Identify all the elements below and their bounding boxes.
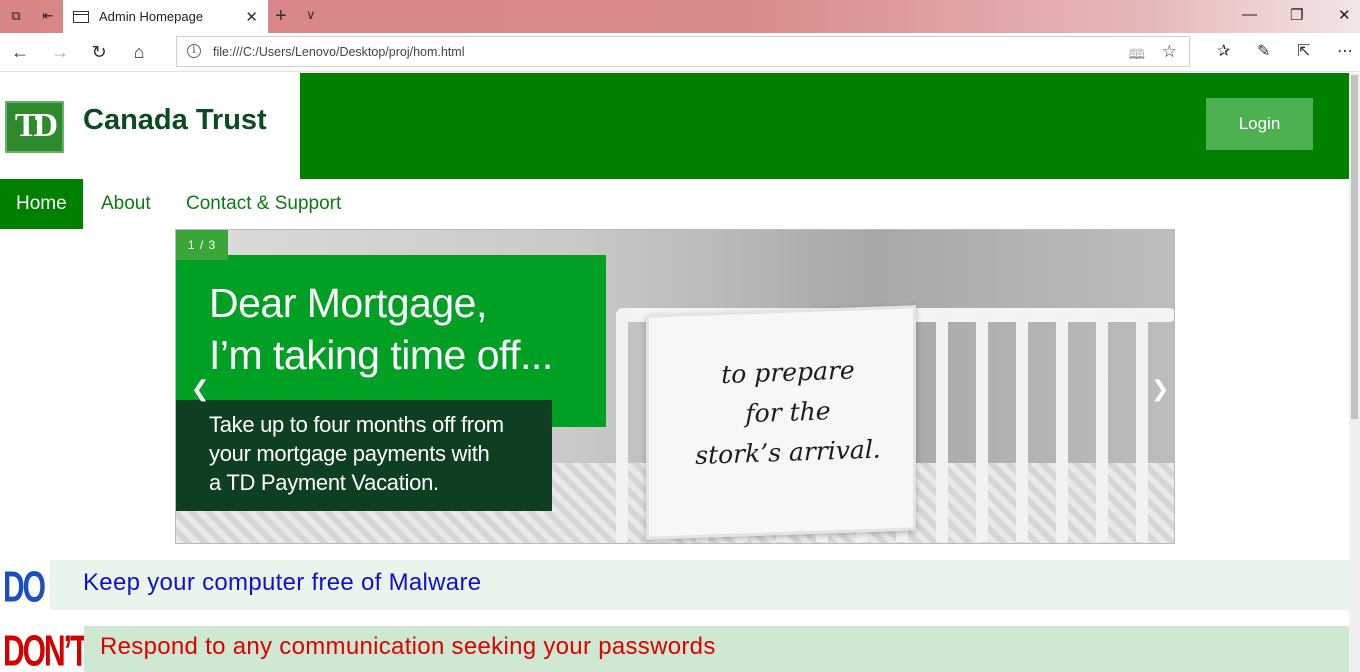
logo-area: TD Canada Trust xyxy=(0,73,300,179)
tip-dont: DON’T Respond to any communication seeki… xyxy=(0,626,1349,672)
close-window-icon[interactable]: ✕ xyxy=(1338,6,1351,24)
site-header: TD Canada Trust Login xyxy=(0,73,1349,179)
favorites-hub-icon[interactable]: ✰ xyxy=(1217,41,1230,61)
menu-item-home[interactable]: Home xyxy=(0,179,83,229)
dont-badge: DON’T xyxy=(3,628,88,672)
carousel-prev-icon[interactable]: ❮ xyxy=(191,376,209,402)
share-icon[interactable]: ⇱ xyxy=(1297,41,1310,61)
blanket-line-3: stork’s arrival. xyxy=(695,434,881,470)
slide-body-line-3: a TD Payment Vacation. xyxy=(209,470,439,495)
td-logo[interactable]: TD xyxy=(5,101,64,153)
forward-icon[interactable]: → xyxy=(49,41,71,63)
slide-headline-line-1: Dear Mortgage, xyxy=(209,280,487,326)
set-tabs-aside-icon[interactable]: ⇤ xyxy=(40,8,56,24)
slide-image-blanket: to prepare for the stork’s arrival. xyxy=(646,305,916,540)
login-button[interactable]: Login xyxy=(1206,98,1313,150)
main-menu: Home About Contact & Support xyxy=(0,179,1349,229)
tip-do: DO Keep your computer free of Malware xyxy=(0,560,1349,612)
page-scrollbar[interactable] xyxy=(1349,73,1360,672)
address-bar[interactable]: i file:///C:/Users/Lenovo/Desktop/proj/h… xyxy=(176,36,1190,67)
menu-item-about[interactable]: About xyxy=(85,179,167,229)
page-content: TD Canada Trust Login Home About Contact… xyxy=(0,73,1349,672)
tab-manager-icon[interactable]: ⧉ xyxy=(8,8,24,24)
back-icon[interactable]: ← xyxy=(9,41,31,63)
menu-item-contact-support[interactable]: Contact & Support xyxy=(170,179,357,229)
browser-tab-bar: ⧉ ⇤ Admin Homepage ✕ + ∨ — ❐ ✕ xyxy=(0,0,1360,33)
minimize-icon[interactable]: — xyxy=(1242,6,1257,23)
brand-name: Canada Trust xyxy=(83,104,267,136)
tip-do-text: Keep your computer free of Malware xyxy=(83,569,482,596)
favorite-star-icon[interactable]: ☆ xyxy=(1162,42,1177,62)
home-icon[interactable]: ⌂ xyxy=(128,41,150,63)
url-text[interactable]: file:///C:/Users/Lenovo/Desktop/proj/hom… xyxy=(213,45,465,59)
slide-headline-line-2: I’m taking time off... xyxy=(209,332,553,378)
reading-view-icon[interactable]: 🕮 xyxy=(1128,44,1145,68)
slide-body-line-1: Take up to four months off from xyxy=(209,412,504,437)
scrollbar-thumb[interactable] xyxy=(1351,75,1358,419)
slide-counter: 1 / 3 xyxy=(176,230,228,260)
tip-do-bar: Keep your computer free of Malware xyxy=(50,560,1349,610)
tab-admin-homepage[interactable]: Admin Homepage ✕ xyxy=(63,0,268,33)
tip-dont-text: Respond to any communication seeking you… xyxy=(100,633,716,660)
chevron-down-icon[interactable]: ∨ xyxy=(306,7,316,23)
slide-body-line-2: your mortgage payments with xyxy=(209,441,490,466)
promo-carousel: to prepare for the stork’s arrival. Dear… xyxy=(175,229,1175,544)
close-tab-icon[interactable]: ✕ xyxy=(245,8,258,26)
web-note-icon[interactable]: ✎ xyxy=(1257,41,1270,61)
refresh-icon[interactable]: ↻ xyxy=(88,41,110,63)
tip-dont-bar: Respond to any communication seeking you… xyxy=(84,626,1349,672)
info-icon[interactable]: i xyxy=(187,44,201,58)
carousel-next-icon[interactable]: ❯ xyxy=(1151,376,1169,402)
browser-nav-bar: ← → ↻ ⌂ i file:///C:/Users/Lenovo/Deskto… xyxy=(0,33,1360,72)
new-tab-icon[interactable]: + xyxy=(275,5,287,28)
more-options-icon[interactable]: ⋯ xyxy=(1337,41,1353,61)
header-band xyxy=(300,73,1349,179)
tab-title: Admin Homepage xyxy=(99,9,204,24)
restore-icon[interactable]: ❐ xyxy=(1290,6,1303,24)
do-badge: DO xyxy=(3,564,46,612)
page-icon xyxy=(73,10,89,23)
slide-body-panel: Take up to four months off from your mor… xyxy=(176,400,552,511)
